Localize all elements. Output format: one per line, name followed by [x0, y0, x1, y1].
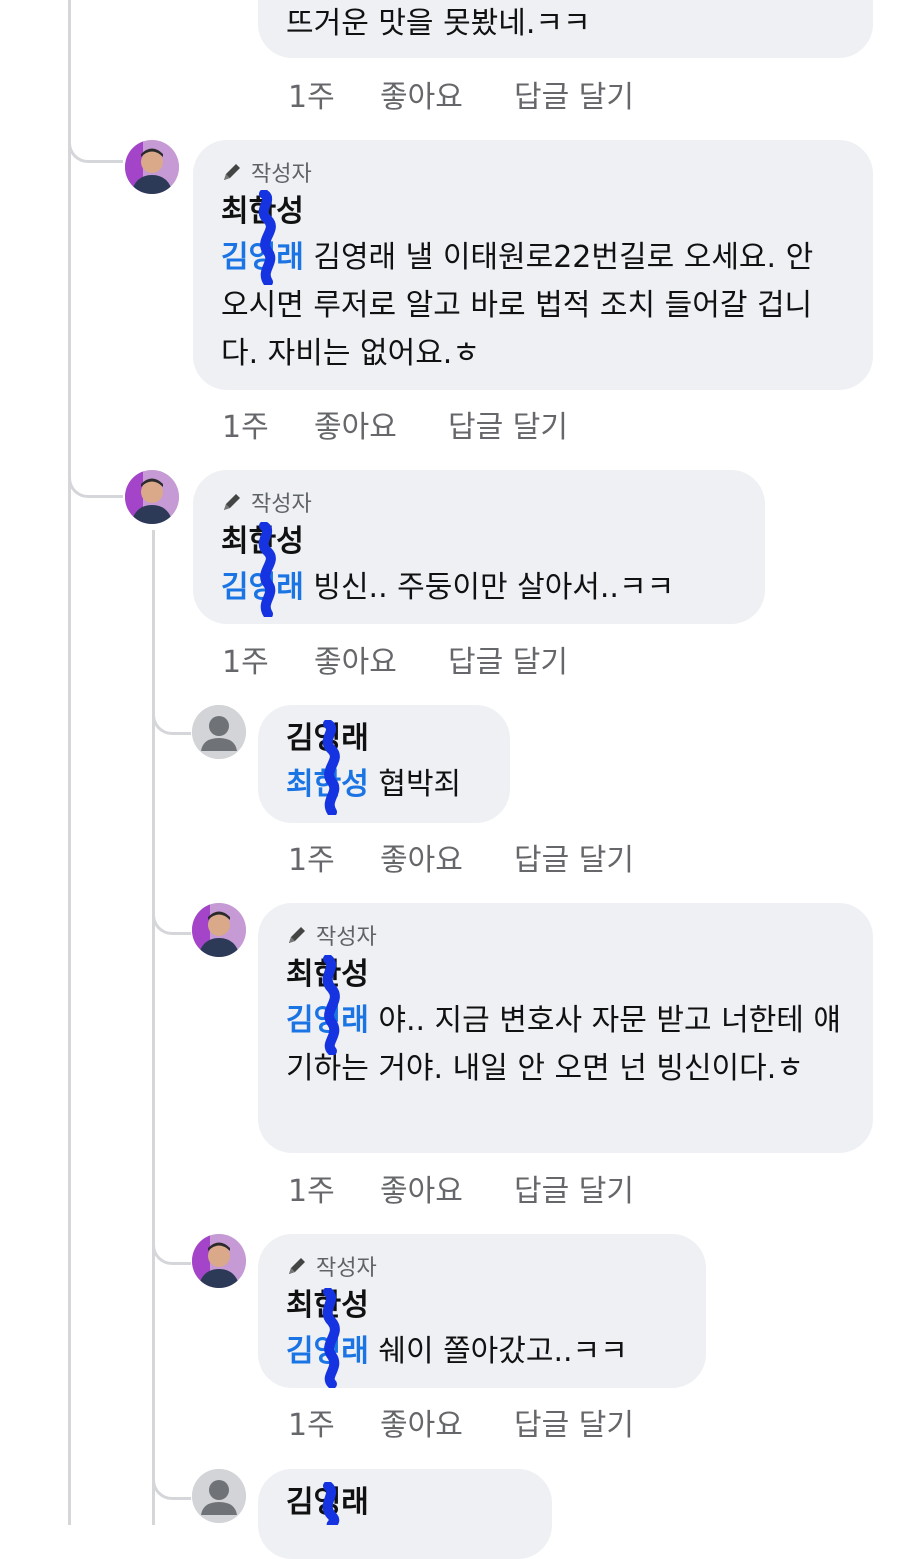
pencil-icon: [221, 161, 243, 183]
author-badge-label: 작성자: [316, 1256, 377, 1281]
like-button[interactable]: 좋아요: [314, 637, 448, 681]
comment-text: 김영래 야.. 지금 변호사 자문 받고 너한테 얘기하는 거야. 내일 안 오…: [286, 997, 845, 1093]
timestamp[interactable]: 1주: [288, 1166, 380, 1210]
like-button[interactable]: 좋아요: [314, 402, 448, 446]
pencil-icon: [286, 1255, 308, 1277]
avatar[interactable]: [192, 705, 246, 759]
comment-bubble: 작성자 최한성 김영래 김영래 낼 이태원로22번길로 오세요. 안 오시면 루…: [193, 140, 873, 390]
author-badge-label: 작성자: [316, 925, 377, 950]
timestamp[interactable]: 1주: [288, 1400, 380, 1444]
comment-author[interactable]: 최한성: [286, 953, 845, 997]
comment-bubble: 김영래 최한성 협박죄: [258, 705, 510, 823]
comment-body: 빙신.. 주둥이만 살아서..ㅋㅋ: [303, 570, 675, 605]
comment-actions: 1주 좋아요 답글 달기: [222, 637, 568, 681]
reply-button[interactable]: 답글 달기: [514, 1400, 634, 1444]
comment-text: 김영래 빙신.. 주둥이만 살아서..ㅋㅋ: [221, 564, 737, 612]
comment-body: 김영래 낼 이태원로22번길로 오세요. 안 오시면 루저로 알고 바로 법적 …: [221, 240, 814, 371]
comment-actions: 1주 좋아요 답글 달기: [288, 1166, 634, 1210]
like-button[interactable]: 좋아요: [380, 1166, 514, 1210]
reply-button[interactable]: 답글 달기: [448, 637, 568, 681]
thread-elbow: [68, 455, 123, 498]
comment-actions: 1주 좋아요 답글 달기: [288, 1400, 634, 1444]
timestamp[interactable]: 1주: [288, 835, 380, 879]
thread-elbow: [68, 120, 123, 163]
avatar[interactable]: [192, 1469, 246, 1523]
comment-bubble: 작성자 최한성 김영래 야.. 지금 변호사 자문 받고 너한테 얘기하는 거야…: [258, 903, 873, 1153]
comment-author[interactable]: 최한성: [286, 1284, 678, 1328]
thread-elbow: [152, 690, 191, 735]
person-icon: [192, 1469, 246, 1523]
author-badge-label: 작성자: [251, 162, 312, 187]
thread-elbow: [152, 1220, 191, 1265]
comment-actions: 1주 좋아요 답글 달기: [222, 402, 568, 446]
thread-line-outer: [68, 0, 71, 1525]
comment-bubble: 김영래: [258, 1469, 552, 1559]
comment-author[interactable]: 최한성: [221, 190, 845, 234]
comment-body: 쉐이 쫄아갔고..ㅋㅋ: [368, 1334, 628, 1369]
avatar[interactable]: [192, 1234, 246, 1288]
timestamp[interactable]: 1주: [222, 402, 314, 446]
avatar[interactable]: [192, 903, 246, 957]
reply-button[interactable]: 답글 달기: [514, 835, 634, 879]
comment-text: 김영래 김영래 낼 이태원로22번길로 오세요. 안 오시면 루저로 알고 바로…: [221, 234, 845, 378]
author-badge: 작성자: [221, 156, 845, 188]
timestamp[interactable]: 1주: [288, 72, 380, 116]
timestamp[interactable]: 1주: [222, 637, 314, 681]
comment-author[interactable]: 김영래: [286, 717, 482, 761]
comment-text: 김영래 쉐이 쫄아갔고..ㅋㅋ: [286, 1328, 678, 1376]
mention-link[interactable]: 김영래: [221, 240, 304, 275]
comment-author[interactable]: 최한성: [221, 520, 737, 564]
comment-text: 뜨거운 맛을 못봤네.ㅋㅋ: [286, 6, 591, 41]
mention-link[interactable]: 김영래: [286, 1334, 369, 1369]
comment-bubble: 뜨거운 맛을 못봤네.ㅋㅋ: [258, 0, 873, 58]
person-icon: [192, 705, 246, 759]
like-button[interactable]: 좋아요: [380, 72, 514, 116]
comment-actions: 1주 좋아요 답글 달기: [288, 835, 634, 879]
author-badge: 작성자: [221, 486, 737, 518]
comment-text: 최한성 협박죄: [286, 761, 482, 809]
thread-elbow: [152, 890, 191, 935]
like-button[interactable]: 좋아요: [380, 1400, 514, 1444]
author-badge-label: 작성자: [251, 492, 312, 517]
author-badge: 작성자: [286, 919, 845, 951]
avatar[interactable]: [125, 140, 179, 194]
thread-elbow: [152, 1455, 191, 1500]
comment-body: 야.. 지금 변호사 자문 받고 너한테 얘기하는 거야. 내일 안 오면 넌 …: [286, 1003, 842, 1086]
comment-bubble: 작성자 최한성 김영래 쉐이 쫄아갔고..ㅋㅋ: [258, 1234, 706, 1388]
comment-author[interactable]: 김영래: [286, 1481, 524, 1525]
like-button[interactable]: 좋아요: [380, 835, 514, 879]
comment-body: 협박죄: [368, 767, 462, 802]
avatar[interactable]: [125, 470, 179, 524]
pencil-icon: [286, 924, 308, 946]
reply-button[interactable]: 답글 달기: [448, 402, 568, 446]
comment-actions: 1주 좋아요 답글 달기: [288, 72, 634, 116]
thread-line-inner: [152, 530, 155, 1525]
reply-button[interactable]: 답글 달기: [514, 72, 634, 116]
comment-bubble: 작성자 최한성 김영래 빙신.. 주둥이만 살아서..ㅋㅋ: [193, 470, 765, 624]
mention-link[interactable]: 김영래: [286, 1003, 369, 1038]
mention-link[interactable]: 김영래: [221, 570, 304, 605]
author-badge: 작성자: [286, 1250, 678, 1282]
mention-link[interactable]: 최한성: [286, 767, 369, 802]
reply-button[interactable]: 답글 달기: [514, 1166, 634, 1210]
pencil-icon: [221, 491, 243, 513]
